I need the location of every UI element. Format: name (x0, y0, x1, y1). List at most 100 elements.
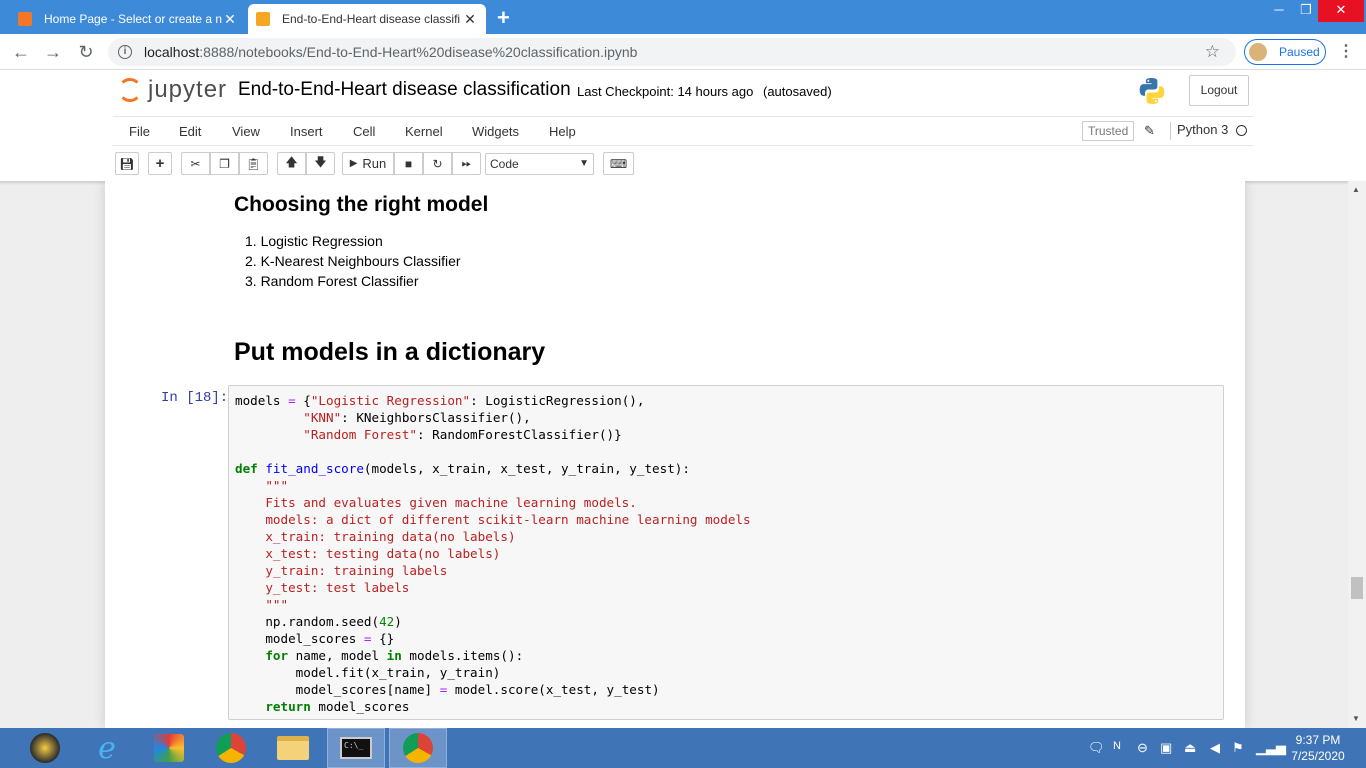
notebook-toolbar: 💾︎ + ✂ ❐ 📋︎ 🡅 🡇 ▶︎ Run ■ ↻ ⏩︎ Code ▼ ⌨ (113, 146, 1253, 180)
menu-insert[interactable]: Insert (290, 124, 323, 139)
code-cell[interactable]: models = {"Logistic Regression": Logisti… (228, 385, 1224, 720)
menu-cell[interactable]: Cell (353, 124, 375, 139)
windows-taskbar: e C:\_ 🗨︎ N ⊖ ▣ ⏏︎ ◀ ⚑ ▁▃▅ 9:37 PM 7/25/… (0, 728, 1366, 768)
cell-type-select[interactable]: Code ▼ (485, 153, 594, 175)
reload-icon[interactable]: ↻ (75, 41, 97, 63)
jupyter-logo[interactable]: jupyter (118, 76, 227, 104)
run-button[interactable]: ▶︎ Run (342, 152, 394, 175)
taskbar-app-3[interactable] (140, 728, 198, 768)
command-prompt-icon: C:\_ (340, 737, 372, 759)
menu-widgets[interactable]: Widgets (472, 124, 519, 139)
kernel-name: Python 3 (1170, 122, 1228, 140)
clock-time: 9:37 PM (1295, 733, 1341, 747)
close-window-icon[interactable]: ✕ (1318, 0, 1364, 22)
browser-tab-bar: Home Page - Select or create a n ✕ End-t… (0, 0, 1366, 34)
back-icon[interactable]: ← (10, 41, 32, 63)
cut-button[interactable]: ✂ (181, 152, 210, 175)
internet-explorer-icon: e (98, 730, 116, 766)
chrome-icon (216, 733, 246, 763)
menu-view[interactable]: View (232, 124, 260, 139)
app-tray-icon[interactable]: ▣ (1160, 740, 1172, 756)
restart-button[interactable]: ↻ (423, 152, 452, 175)
volume-icon[interactable]: ◀ (1210, 740, 1220, 756)
plus-icon: + (155, 155, 165, 172)
taskbar-cmd[interactable]: C:\_ (327, 728, 385, 768)
menu-help[interactable]: Help (549, 124, 576, 139)
trusted-badge[interactable]: Trusted (1082, 121, 1135, 141)
logout-button[interactable]: Logout (1189, 75, 1249, 106)
taskbar-chrome[interactable] (202, 728, 260, 768)
notebook-favicon-icon (256, 12, 270, 26)
python-logo-icon (1139, 78, 1165, 104)
copy-icon: ❐ (219, 156, 230, 171)
jupyter-favicon-icon (18, 12, 32, 26)
signal-icon[interactable]: ▁▃▅ (1256, 740, 1286, 756)
save-button[interactable]: 💾︎ (115, 152, 139, 175)
tab-notebook[interactable]: End-to-End-Heart disease classifi ✕ (248, 4, 486, 34)
insert-cell-button[interactable]: + (148, 152, 172, 175)
move-down-button[interactable]: 🡇 (306, 152, 335, 175)
minimize-icon[interactable]: ─ (1264, 0, 1294, 22)
taskbar-explorer[interactable] (264, 728, 322, 768)
interrupt-button[interactable]: ■ (394, 152, 423, 175)
system-clock[interactable]: 9:37 PM 7/25/2020 (1286, 732, 1350, 764)
restore-icon[interactable]: ❐ (1294, 0, 1318, 22)
list-item: 3. Random Forest Classifier (245, 273, 419, 289)
scroll-down-icon[interactable]: ▼ (1352, 714, 1360, 723)
jupyter-header: jupyter End-to-End-Heart disease classif… (0, 70, 1366, 116)
restart-run-all-button[interactable]: ⏩︎ (452, 152, 481, 175)
new-tab-icon[interactable]: + (497, 5, 510, 31)
command-palette-button[interactable]: ⌨ (603, 152, 634, 175)
list-item: 2. K-Nearest Neighbours Classifier (245, 253, 461, 269)
page-scrollbar[interactable]: ▲ ▼ (1348, 181, 1366, 728)
run-label: Run (362, 156, 387, 171)
taskbar-ie[interactable]: e (78, 728, 136, 768)
cell-type-value: Code (490, 157, 519, 171)
address-bar: ← → ↻ i localhost:8888/notebooks/End-to-… (0, 34, 1366, 70)
heading-choosing-model: Choosing the right model (234, 193, 489, 216)
bookmark-star-icon[interactable]: ☆ (1205, 42, 1220, 62)
scrollbar-thumb[interactable] (1351, 577, 1363, 599)
move-up-button[interactable]: 🡅 (277, 152, 306, 175)
tab-title: End-to-End-Heart disease classifi (282, 12, 461, 26)
profile-button[interactable]: Paused (1244, 39, 1326, 65)
menu-file[interactable]: File (129, 124, 150, 139)
chat-icon[interactable]: 🗨︎ (1088, 740, 1105, 756)
cell-prompt: In [18]: (161, 390, 229, 406)
pencil-icon[interactable]: ✎ (1144, 123, 1155, 139)
notebook-title[interactable]: End-to-End-Heart disease classification (238, 79, 571, 101)
checkpoint-status: Last Checkpoint: 14 hours ago (577, 84, 754, 99)
paste-button[interactable]: 📋︎ (239, 152, 268, 175)
nvidia-icon[interactable]: N (1113, 740, 1121, 752)
scissors-icon: ✂ (190, 156, 201, 171)
copy-button[interactable]: ❐ (210, 152, 239, 175)
start-button[interactable] (16, 728, 74, 768)
menu-edit[interactable]: Edit (179, 124, 201, 139)
kernel-status-icon (1236, 125, 1247, 136)
scroll-up-icon[interactable]: ▲ (1352, 185, 1360, 194)
forward-icon[interactable]: → (42, 41, 64, 63)
autosave-status: (autosaved) (763, 84, 832, 99)
url-input[interactable]: i localhost:8888/notebooks/End-to-End-He… (108, 38, 1236, 66)
url-path: :8888/notebooks/End-to-End-Heart%20disea… (199, 44, 638, 60)
flag-icon[interactable]: ⚑ (1232, 740, 1244, 756)
network-status-icon[interactable]: ⊖ (1137, 740, 1148, 756)
close-tab-icon[interactable]: ✕ (222, 11, 238, 28)
notebook-page: Choosing the right model 1. Logistic Reg… (105, 181, 1245, 728)
arrow-up-icon: 🡅 (285, 155, 298, 169)
tab-home-page[interactable]: Home Page - Select or create a n ✕ (10, 4, 246, 34)
menu-kernel[interactable]: Kernel (405, 124, 443, 139)
close-tab-icon[interactable]: ✕ (462, 11, 478, 28)
stop-icon: ■ (404, 156, 413, 171)
windows-orb-icon (30, 733, 60, 763)
fast-forward-icon: ⏩︎ (461, 156, 472, 170)
chrome-profile-icon (403, 733, 433, 763)
usb-icon[interactable]: ⏏︎ (1184, 740, 1196, 756)
avatar (1247, 41, 1269, 63)
arrow-down-icon: 🡇 (314, 155, 327, 169)
info-icon[interactable]: i (118, 45, 132, 59)
folder-icon (277, 736, 309, 760)
browser-menu-icon[interactable]: ⋮ (1338, 41, 1354, 61)
taskbar-chrome-active[interactable] (389, 728, 447, 768)
chevron-down-icon: ▼ (579, 158, 589, 169)
